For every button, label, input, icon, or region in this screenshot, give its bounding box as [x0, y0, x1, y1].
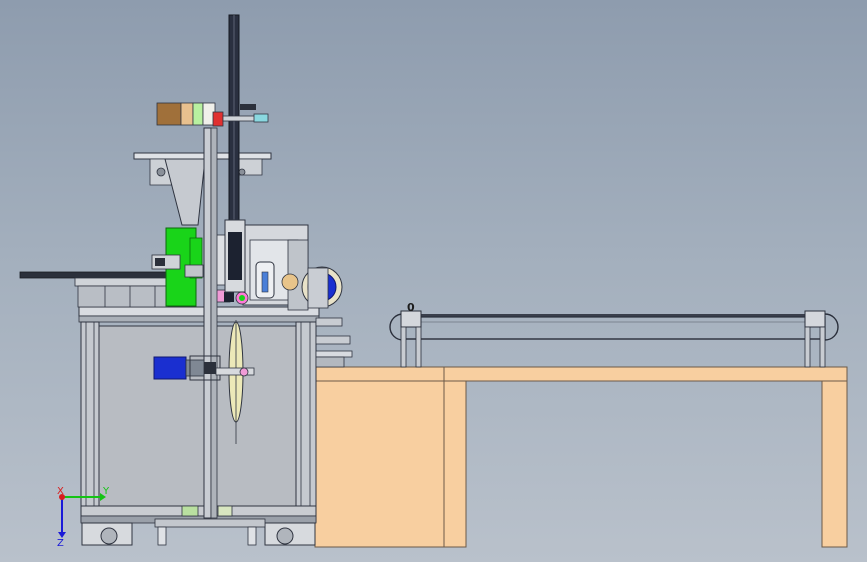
y-axis-label: Y: [102, 486, 110, 497]
cabinet-top-plate: [78, 306, 320, 317]
blue-motor: [153, 356, 187, 380]
cad-viewport[interactable]: 0 X Y Z: [0, 0, 867, 562]
column-left: [203, 127, 212, 519]
cabinet-panel: [98, 325, 297, 507]
tower-green: [192, 102, 204, 126]
tower-brown: [156, 102, 182, 126]
conveyor-label: 0: [407, 301, 415, 314]
table-top: [314, 366, 848, 382]
z-axis-label: Z: [57, 538, 64, 549]
top-platform: [133, 152, 272, 160]
feed-rail-bar: [19, 271, 171, 279]
right-roller-block: [804, 310, 826, 328]
tower-tan: [180, 102, 194, 126]
belt-body: [402, 316, 826, 340]
feed-rail: [19, 271, 171, 308]
belt-conveyor: 0: [389, 301, 839, 368]
table-right-leg: [821, 380, 848, 548]
signal-tower: [156, 102, 269, 127]
side-tray: [315, 317, 353, 368]
hopper: [164, 158, 206, 226]
belt-right-roller: [824, 313, 839, 341]
table-inner-panel: [443, 380, 467, 548]
column-right: [210, 127, 218, 519]
machine-cabinet: [78, 306, 320, 546]
x-axis-label: X: [57, 486, 64, 497]
table-left-block: [314, 380, 445, 548]
work-table: [314, 366, 848, 548]
left-upright: [80, 321, 100, 523]
bottom-rail: [80, 505, 317, 517]
right-upright: [295, 321, 317, 523]
